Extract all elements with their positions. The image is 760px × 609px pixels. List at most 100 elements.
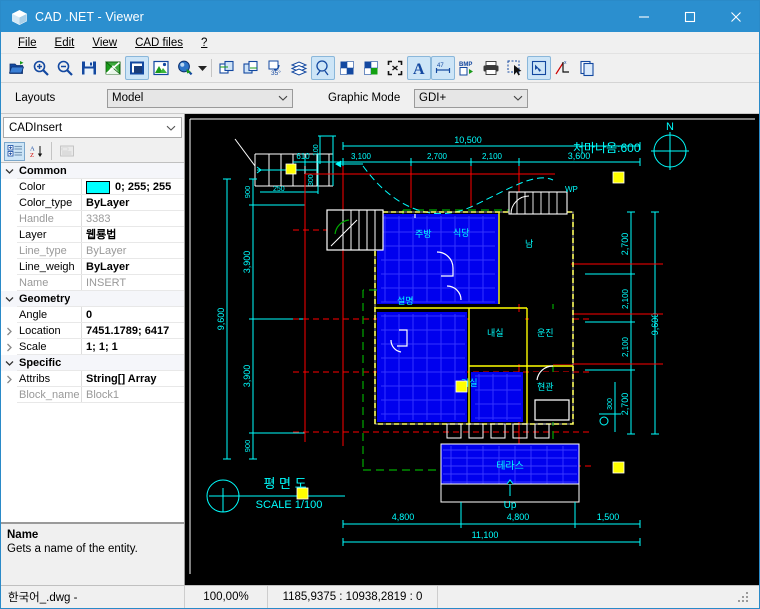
property-value-layer[interactable]: 웹룡법 (81, 227, 184, 243)
layouts-combo[interactable]: Model (107, 89, 293, 108)
property-category-label: Specific (17, 357, 61, 369)
svg-text:47: 47 (437, 63, 444, 69)
svg-text:Z: Z (30, 152, 34, 158)
maximize-button[interactable] (667, 1, 713, 32)
property-row-attribs[interactable]: Attribs String[] Array (1, 371, 184, 387)
property-row-block-name[interactable]: Block_name Block1 (1, 387, 184, 403)
options-bar: Layouts Model Graphic Mode GDI+ (1, 83, 759, 114)
menu-help-label: ? (201, 37, 207, 49)
viewer-pane: 100 300 250 (185, 114, 759, 585)
color-fill-icon[interactable] (335, 56, 359, 80)
property-row-color[interactable]: Color 0; 255; 255 (1, 179, 184, 195)
grip-center (456, 381, 467, 392)
chevron-right-icon[interactable] (1, 327, 17, 336)
chevron-expanded-icon[interactable] (1, 296, 17, 303)
property-value-line-weight[interactable]: ByLayer (81, 259, 184, 275)
property-category-common[interactable]: Common (1, 163, 184, 179)
chevron-expanded-icon[interactable] (1, 168, 17, 175)
property-category-specific[interactable]: Specific (1, 355, 184, 371)
rotate-35-icon[interactable]: 35° (263, 56, 287, 80)
svg-text:35°: 35° (271, 69, 281, 77)
dropdown-arrow-icon[interactable] (197, 56, 208, 80)
cad-viewer-window: CAD .NET - Viewer File Edit View CAD fil… (0, 0, 760, 609)
property-value-scale[interactable]: 1; 1; 1 (81, 339, 184, 355)
pan-icon[interactable] (149, 56, 173, 80)
copy-entity-icon[interactable] (215, 56, 239, 80)
export-image-icon[interactable] (101, 56, 125, 80)
cad-drawing[interactable]: 100 300 250 (185, 114, 759, 579)
property-value-attribs[interactable]: String[] Array (81, 371, 184, 387)
categorized-view-icon[interactable] (4, 142, 25, 161)
stair-plan (327, 210, 383, 250)
object-selector-combo[interactable]: CADInsert (3, 117, 182, 138)
color-picker-icon[interactable] (359, 56, 383, 80)
menu-cad-files[interactable]: CAD files (126, 35, 192, 51)
property-category-geometry[interactable]: Geometry (1, 291, 184, 307)
grip-right-high (613, 172, 624, 183)
zoom-in-icon[interactable] (29, 56, 53, 80)
property-row-scale[interactable]: Scale 1; 1; 1 (1, 339, 184, 355)
dim-detail-300: 300 (308, 174, 315, 186)
property-row-color-type[interactable]: Color_type ByLayer (1, 195, 184, 211)
property-value-color[interactable]: 0; 255; 255 (81, 179, 184, 195)
print-icon[interactable] (479, 56, 503, 80)
bmp-export-icon[interactable]: BMP (455, 56, 479, 80)
property-row-angle[interactable]: Angle 0 (1, 307, 184, 323)
menu-edit[interactable]: Edit (46, 35, 84, 51)
alphabetical-sort-icon[interactable]: A Z (26, 142, 47, 161)
property-help-panel: Name Gets a name of the entity. (1, 523, 184, 585)
menu-file[interactable]: File (9, 35, 46, 51)
dimension-tool-icon[interactable]: 47 (431, 56, 455, 80)
menu-edit-label: Edit (55, 37, 75, 49)
room-storage (529, 312, 573, 364)
property-row-name[interactable]: Name INSERT (1, 275, 184, 291)
circle-select-icon[interactable] (311, 56, 335, 80)
label-dining: 식당 (453, 228, 470, 238)
open-file-icon[interactable] (5, 56, 29, 80)
chevron-right-icon[interactable] (1, 375, 17, 384)
property-label-angle: Angle (17, 309, 81, 321)
zoom-window-icon[interactable] (173, 56, 197, 80)
chevron-expanded-icon[interactable] (1, 360, 17, 367)
dim-bottom-seg-1: 4,800 (507, 512, 530, 522)
fit-window-icon[interactable] (125, 56, 149, 80)
measure-icon[interactable]: x (551, 56, 575, 80)
pointer-select-icon[interactable] (527, 56, 551, 80)
property-category-label: Geometry (17, 293, 70, 305)
property-value-angle[interactable]: 0 (81, 307, 184, 323)
property-label-color: Color (17, 181, 81, 193)
copy-clipboard-icon[interactable] (575, 56, 599, 80)
menu-help[interactable]: ? (192, 35, 216, 51)
property-grid-toolbar: A Z (1, 140, 184, 163)
select-region-icon[interactable] (503, 56, 527, 80)
close-button[interactable] (713, 1, 759, 32)
property-value-color-type[interactable]: ByLayer (81, 195, 184, 211)
menu-view[interactable]: View (83, 35, 126, 51)
property-row-line-weight[interactable]: Line_weigh ByLayer (1, 259, 184, 275)
save-icon[interactable] (77, 56, 101, 80)
property-row-handle[interactable]: Handle 3383 (1, 211, 184, 227)
dim-left-seg-2: 3,900 (242, 365, 252, 388)
resize-grip-icon[interactable] (736, 590, 750, 604)
paste-entity-icon[interactable] (239, 56, 263, 80)
layers-icon[interactable] (287, 56, 311, 80)
minimize-button[interactable] (621, 1, 667, 32)
chevron-right-icon[interactable] (1, 343, 17, 352)
zoom-out-icon[interactable] (53, 56, 77, 80)
fullscreen-icon[interactable] (383, 56, 407, 80)
window-title: CAD .NET - Viewer (35, 10, 144, 24)
toolbar-separator (211, 59, 212, 77)
svg-text:x: x (564, 60, 567, 66)
property-value-location[interactable]: 7451.1789; 6417 (81, 323, 184, 339)
text-tool-icon[interactable]: A (407, 56, 431, 80)
property-row-layer[interactable]: Layer 웹룡법 (1, 227, 184, 243)
grip-right-low (613, 462, 624, 473)
dim-detail-250: 250 (273, 186, 285, 193)
property-row-line-type[interactable]: Line_type ByLayer (1, 243, 184, 259)
property-grid[interactable]: Common Color 0; 255; 255 Color_type ByLa… (1, 163, 184, 523)
dim-top-seg-0: 610 (296, 152, 310, 161)
cad-canvas[interactable]: 100 300 250 (185, 114, 759, 585)
graphic-mode-combo[interactable]: GDI+ (414, 89, 528, 108)
property-row-location[interactable]: Location 7451.1789; 6417 (1, 323, 184, 339)
dim-bottom-seg-2: 1,500 (597, 512, 620, 522)
